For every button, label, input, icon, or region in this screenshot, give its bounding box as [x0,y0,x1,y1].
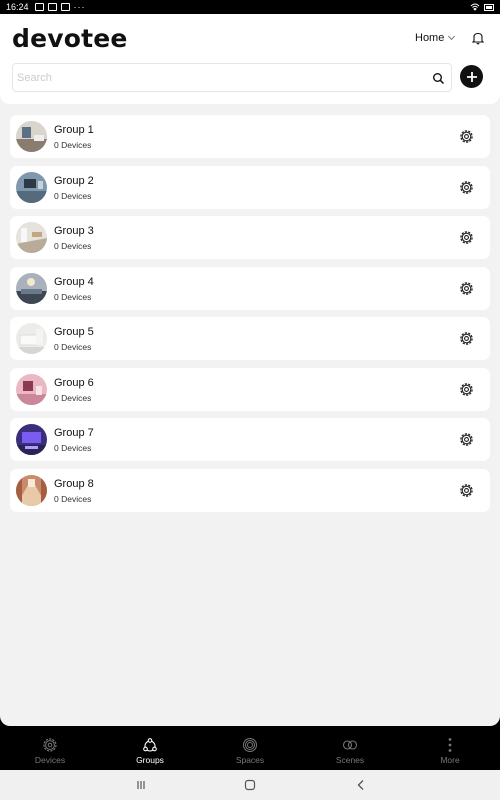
gear-icon [43,738,57,752]
group-name: Group 4 [54,275,94,288]
nav-spaces[interactable]: Spaces [200,726,300,770]
system-nav-bar [0,770,500,800]
group-name: Group 2 [54,174,94,187]
app-screen: devotee Home Gro [0,14,500,726]
contact-notification-icon [47,3,57,11]
group-device-count: 0 Devices [54,443,92,453]
status-time: 16:24 [6,2,29,12]
group-device-count: 0 Devices [54,493,92,504]
gear-icon[interactable] [458,179,475,196]
group-row[interactable]: Group 5 0 Devices [10,317,490,360]
bell-icon[interactable] [471,31,485,45]
status-bar: 16:24 ··· [0,0,500,14]
group-name: Group 5 [54,326,94,338]
group-device-count: 0 Devices [54,140,92,150]
more-notifications-icon: ··· [73,2,86,12]
group-row[interactable]: Group 7 0 Devices [10,418,490,461]
spaces-icon [243,738,257,752]
group-device-count: 0 Devices [54,190,92,201]
search-bar [12,63,452,92]
bottom-nav: Devices Groups Spaces Scenes More [0,726,500,770]
gallery-notification-icon [34,3,44,11]
add-group-button[interactable] [460,65,483,88]
group-name: Group 6 [54,376,94,389]
group-thumbnail [16,171,47,203]
nav-more[interactable]: More [400,726,500,770]
nav-scenes-label: Scenes [335,755,365,765]
plus-icon [466,71,477,82]
group-row[interactable]: Group 4 0 Devices [10,266,490,310]
battery-icon [484,3,494,11]
chevron-down-icon [448,32,456,41]
group-device-count: 0 Devices [54,342,92,352]
app-logo: devotee [12,24,128,53]
nav-devices-label: Devices [34,755,66,765]
home-selector[interactable]: Home [415,32,456,44]
gear-icon[interactable] [458,330,475,347]
group-device-count: 0 Devices [54,291,92,302]
gear-icon[interactable] [458,229,475,246]
nav-more-label: More [440,755,460,765]
group-thumbnail [16,222,47,253]
group-name: Group 8 [54,477,94,490]
group-name: Group 3 [54,225,94,237]
nav-spaces-label: Spaces [235,755,265,765]
group-thumbnail [16,373,47,405]
group-device-count: 0 Devices [54,392,92,403]
nav-devices[interactable]: Devices [0,726,100,770]
gear-icon[interactable] [458,431,475,448]
group-row[interactable]: Group 3 0 Devices [10,216,490,259]
gear-icon[interactable] [458,381,475,398]
group-thumbnail [16,121,47,152]
nav-groups-label: Groups [136,755,164,765]
group-row[interactable]: Group 1 0 Devices [10,115,490,158]
youtube-notification-icon [60,3,70,11]
recent-apps-icon[interactable] [135,779,147,791]
gear-icon[interactable] [458,482,475,499]
group-thumbnail [16,474,47,506]
home-icon[interactable] [244,779,256,791]
home-selector-label: Home [415,32,445,44]
nav-groups[interactable]: Groups [100,726,200,770]
search-icon[interactable] [432,72,445,85]
search-input[interactable] [17,68,427,88]
group-thumbnail [16,323,47,354]
group-device-count: 0 Devices [54,241,92,251]
nav-scenes[interactable]: Scenes [300,726,400,770]
scenes-icon [342,740,358,750]
gear-icon[interactable] [458,280,475,297]
group-row[interactable]: Group 6 0 Devices [10,367,490,411]
group-thumbnail [16,424,47,455]
group-thumbnail [16,272,47,304]
more-icon [448,738,452,752]
header: devotee Home [0,14,500,104]
back-icon[interactable] [355,779,367,791]
group-name: Group 7 [54,427,94,439]
group-row[interactable]: Group 2 0 Devices [10,165,490,209]
group-row[interactable]: Group 8 0 Devices [10,468,490,512]
group-name: Group 1 [54,124,94,136]
group-list: Group 1 0 Devices Group 2 0 Devices Grou… [10,115,490,519]
groups-icon [143,738,157,752]
gear-icon[interactable] [458,128,475,145]
wifi-icon [470,3,480,11]
